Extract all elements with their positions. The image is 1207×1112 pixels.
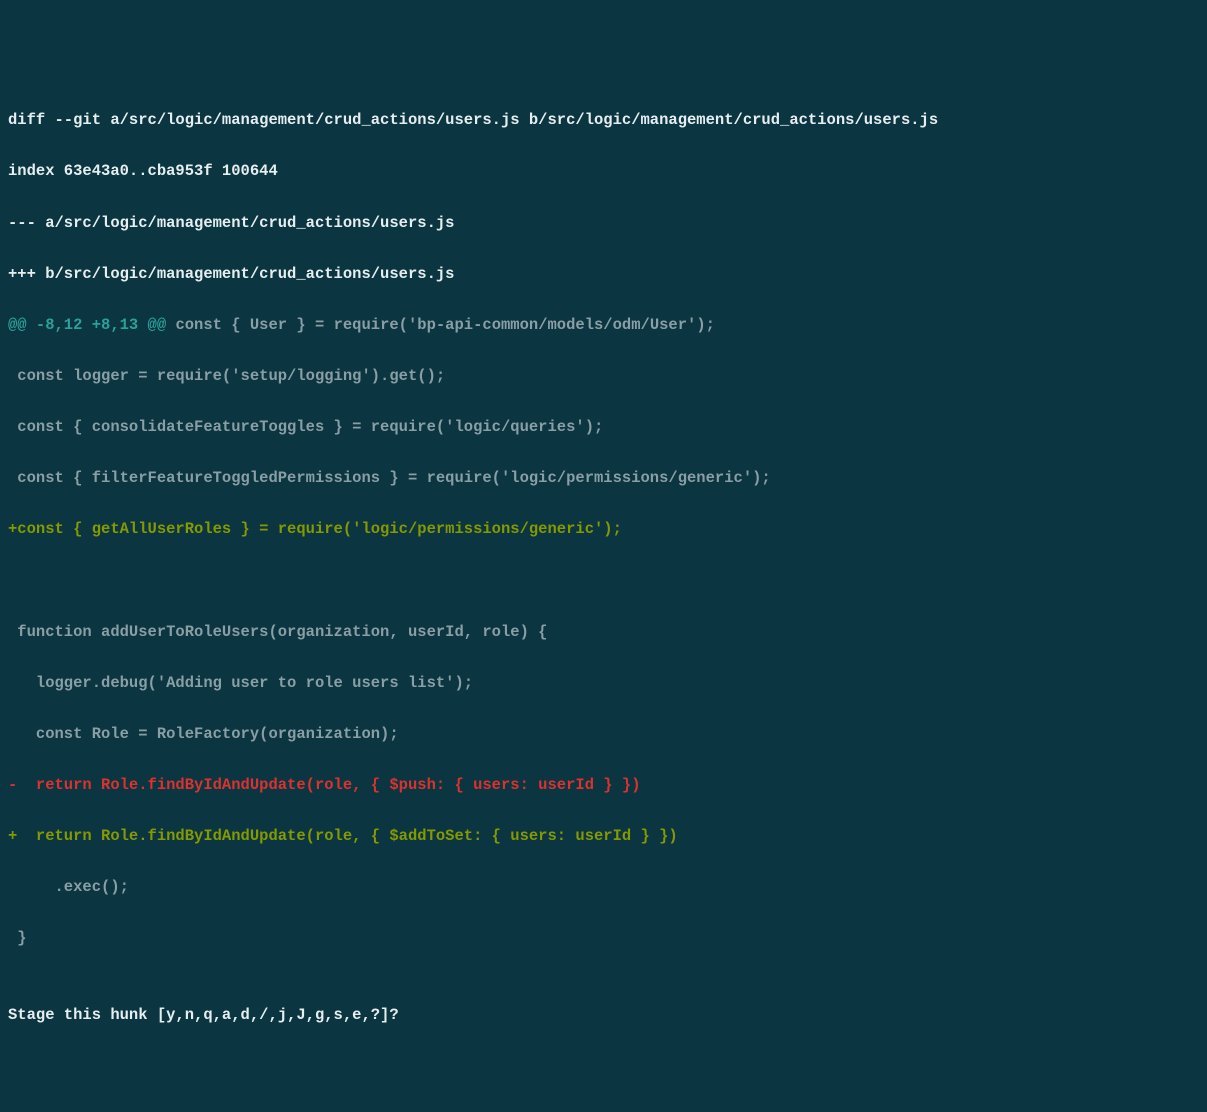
hunk-range: -8,12 +8,13: [36, 316, 138, 334]
diff-context-line: const { consolidateFeatureToggles } = re…: [0, 415, 1207, 441]
diff-context-line: const logger = require('setup/logging').…: [0, 364, 1207, 390]
diff-context-line: const { filterFeatureToggledPermissions …: [0, 466, 1207, 492]
hunk-marker-right: @@: [138, 316, 166, 334]
diff-hunk-header: @@ -8,12 +8,13 @@ const { User } = requi…: [0, 313, 1207, 339]
stage-hunk-prompt[interactable]: Stage this hunk [y,n,q,a,d,/,j,J,g,s,e,?…: [0, 1003, 1207, 1029]
diff-index: index 63e43a0..cba953f 100644: [0, 159, 1207, 185]
hunk-context: const { User } = require('bp-api-common/…: [166, 316, 715, 334]
hunk-marker-left: @@: [8, 316, 36, 334]
diff-context-line: }: [0, 926, 1207, 952]
diff-context-line: function addUserToRoleUsers(organization…: [0, 620, 1207, 646]
diff-added-line: +const { getAllUserRoles } = require('lo…: [0, 517, 1207, 543]
diff-header: diff --git a/src/logic/management/crud_a…: [0, 108, 1207, 134]
diff-context-line: .exec();: [0, 875, 1207, 901]
diff-plus-file: +++ b/src/logic/management/crud_actions/…: [0, 262, 1207, 288]
diff-minus-file: --- a/src/logic/management/crud_actions/…: [0, 211, 1207, 237]
diff-deleted-line: - return Role.findByIdAndUpdate(role, { …: [0, 773, 1207, 799]
diff-added-line: + return Role.findByIdAndUpdate(role, { …: [0, 824, 1207, 850]
diff-context-line: logger.debug('Adding user to role users …: [0, 671, 1207, 697]
diff-context-line: const Role = RoleFactory(organization);: [0, 722, 1207, 748]
